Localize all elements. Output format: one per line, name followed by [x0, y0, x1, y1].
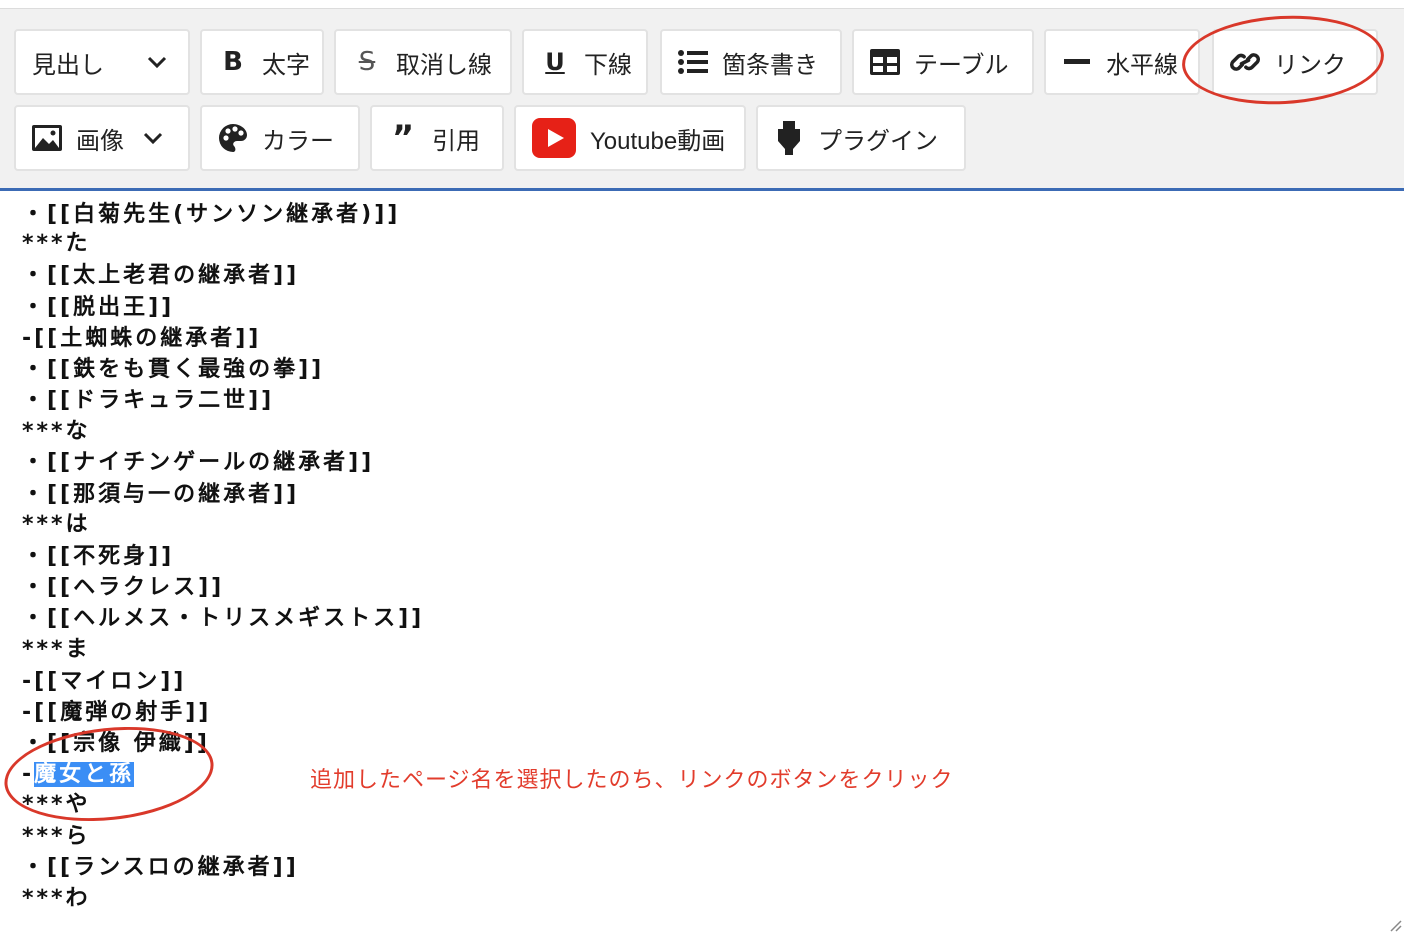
editor-line: ・[[ナイチンゲールの継承者]] [22, 450, 375, 475]
color-button[interactable]: カラー [200, 105, 360, 171]
image-chevron-down-icon [138, 123, 168, 153]
heading-dropdown[interactable]: 見出し [14, 29, 190, 95]
editor-toolbar: 見出し B 太字 S 取消し線 U 下線 箇条書き テーブル 水平線 リンク 画… [0, 8, 1404, 189]
table-icon [870, 47, 900, 77]
editor-line: ・[[宗像 伊織]] [22, 731, 210, 756]
link-button[interactable]: リンク [1212, 29, 1378, 95]
editor-line: ・[[鉄をも貫く最強の拳]] [22, 357, 325, 382]
youtube-button[interactable]: Youtube動画 [514, 105, 746, 171]
editor-line: ・[[ヘラクレス]] [22, 575, 225, 600]
editor-line: ・[[那須与一の継承者]] [22, 482, 300, 507]
editor-line: ・[[不死身]] [22, 544, 175, 569]
image-icon [32, 123, 62, 153]
quote-label: 引用 [432, 126, 480, 155]
quote-button[interactable]: ” 引用 [370, 105, 504, 171]
editor-line: ***や [22, 792, 91, 817]
editor-line: ・[[ヘルメス・トリスメギストス]] [22, 606, 425, 631]
underline-icon: U [545, 48, 565, 76]
color-label: カラー [262, 126, 334, 155]
horizontal-rule-button[interactable]: 水平線 [1044, 29, 1200, 95]
link-icon [1230, 47, 1260, 77]
palette-icon [218, 123, 248, 153]
underline-label: 下線 [584, 50, 632, 79]
editor-line: ・[[脱出王]] [22, 295, 175, 320]
table-label: テーブル [914, 50, 1009, 79]
heading-label: 見出し [32, 50, 104, 79]
editor-line: ***ら [22, 824, 91, 849]
youtube-icon [532, 118, 576, 158]
youtube-label: Youtube動画 [590, 127, 726, 155]
editor-line: ***な [22, 419, 91, 444]
instruction-annotation: 追加したページ名を選択したのち、リンクのボタンをクリック [310, 768, 954, 793]
editor-line: -[[魔弾の射手]] [22, 700, 212, 725]
plugin-button[interactable]: プラグイン [756, 105, 966, 171]
editor-line: ・[[白菊先生(サンソン継承者)]] [22, 202, 401, 227]
resize-handle-icon[interactable] [1386, 916, 1402, 932]
image-label: 画像 [76, 126, 124, 155]
plugin-icon [774, 121, 804, 155]
strikethrough-label: 取消し線 [396, 50, 492, 79]
markup-editor[interactable]: ・[[白菊先生(サンソン継承者)]] ***た ・[[太上老君の継承者]] ・[… [0, 188, 1404, 934]
editor-line: ***わ [22, 886, 91, 911]
bold-icon: B [223, 47, 243, 77]
bold-label: 太字 [262, 50, 310, 79]
editor-line: ・[[ランスロの継承者]] [22, 855, 299, 880]
link-label: リンク [1274, 50, 1346, 79]
editor-line: -[[マイロン]] [22, 669, 187, 694]
bullet-list-label: 箇条書き [722, 50, 818, 79]
horizontal-rule-icon [1062, 47, 1092, 77]
editor-line: -[[土蜘蛛の継承者]] [22, 326, 262, 351]
editor-line: ***は [22, 512, 91, 537]
chevron-down-icon [142, 47, 172, 77]
editor-line: ***た [22, 231, 91, 256]
quote-icon: ” [391, 118, 415, 158]
line-prefix: - [22, 762, 35, 787]
list-icon [678, 47, 708, 77]
editor-line: ・[[太上老君の継承者]] [22, 263, 300, 288]
plugin-label: プラグイン [818, 126, 938, 155]
selected-page-name[interactable]: 魔女と孫 [34, 762, 135, 787]
image-dropdown[interactable]: 画像 [14, 105, 190, 171]
bold-button[interactable]: B 太字 [200, 29, 324, 95]
table-button[interactable]: テーブル [852, 29, 1034, 95]
strikethrough-button[interactable]: S 取消し線 [334, 29, 512, 95]
editor-line: ・[[ドラキュラ二世]] [22, 388, 275, 413]
horizontal-rule-label: 水平線 [1106, 50, 1178, 79]
selected-editor-line: -魔女と孫 [22, 761, 135, 789]
strikethrough-icon: S [358, 47, 376, 77]
underline-button[interactable]: U 下線 [522, 29, 648, 95]
bullet-list-button[interactable]: 箇条書き [660, 29, 842, 95]
editor-line: ***ま [22, 637, 91, 662]
